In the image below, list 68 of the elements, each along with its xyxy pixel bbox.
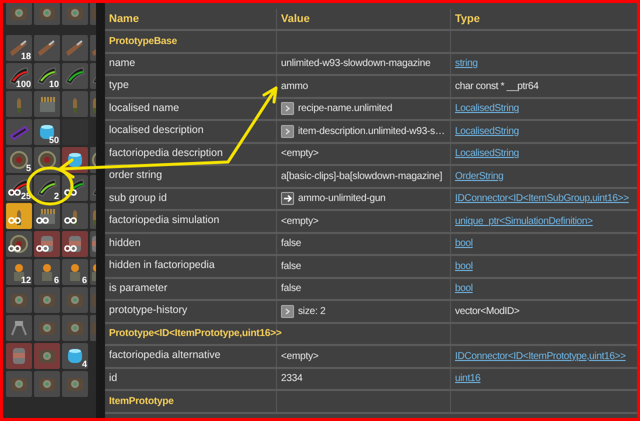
type-link[interactable]: LocalisedString xyxy=(455,146,519,162)
property-name: factoriopedia simulation xyxy=(109,213,220,228)
type-link[interactable]: IDConnector<ID<ItemSubGroup,uint16>> xyxy=(455,191,629,206)
inventory-slot[interactable]: 4 xyxy=(62,343,88,369)
property-value: item-description.unlimited-w93-s… xyxy=(298,124,445,139)
property-value: false xyxy=(281,260,302,274)
property-name: id xyxy=(109,370,118,386)
type-link[interactable]: uint16 xyxy=(455,371,480,386)
inventory-slot[interactable]: 5 xyxy=(6,147,32,173)
property-name: is parameter xyxy=(109,280,168,296)
property-name: name xyxy=(109,56,136,71)
column-header: Value xyxy=(281,12,310,27)
property-name: sub group id xyxy=(109,190,167,206)
type-link[interactable]: bool xyxy=(455,258,473,274)
type-link[interactable]: OrderString xyxy=(455,168,504,184)
property-name: order string xyxy=(109,168,162,184)
item-count: 100 xyxy=(16,80,31,89)
property-name: factoriopedia alternative xyxy=(109,348,220,364)
property-value: 2334 xyxy=(281,372,302,386)
property-value: false xyxy=(281,282,302,296)
section-header: PrototypeBase xyxy=(109,34,177,49)
property-value: ammo-unlimited-gun xyxy=(298,192,386,206)
type-link[interactable]: LocalisedString xyxy=(455,124,519,139)
item-count: 12 xyxy=(20,276,31,285)
type-link[interactable]: bool xyxy=(455,236,473,252)
inventory-slot[interactable]: 6 xyxy=(62,259,88,285)
type-link[interactable]: bool xyxy=(455,281,473,296)
inventory-slot[interactable]: 6 xyxy=(34,259,60,285)
property-value: recipe-name.unlimited xyxy=(298,102,392,116)
type-link[interactable]: string xyxy=(455,56,478,72)
property-name: prototype-history xyxy=(109,303,188,318)
section-header: Prototype<ID<ItemPrototype,uint16>> xyxy=(109,327,282,342)
inventory-slot[interactable]: 2 xyxy=(34,175,60,201)
column-header: Type xyxy=(455,12,480,27)
property-value: a[basic-clips]-ba[slowdown-magazine] xyxy=(281,170,442,184)
property-value: <empty> xyxy=(281,147,319,162)
type-link[interactable]: LocalisedString xyxy=(455,101,519,116)
item-count: 18 xyxy=(20,52,31,61)
section-header: ItemPrototype xyxy=(109,394,174,409)
item-count: 5 xyxy=(26,164,31,173)
type-text: char const * __ptr64 xyxy=(455,80,538,94)
inventory-slot[interactable]: 12 xyxy=(6,259,32,285)
item-count: 10 xyxy=(48,80,59,89)
type-link[interactable]: IDConnector<ID<ItemPrototype,uint16>> xyxy=(455,348,626,364)
type-link[interactable]: unique_ptr<SimulationDefinition> xyxy=(455,214,593,229)
inventory-slot[interactable]: 100 xyxy=(6,63,32,89)
type-text: vector<ModID> xyxy=(455,304,520,319)
property-name: factoriopedia description xyxy=(109,146,223,161)
property-value: unlimited-w93-slowdown-magazine xyxy=(281,57,430,72)
column-header: Name xyxy=(109,12,139,27)
property-value: size: 2 xyxy=(298,304,326,319)
property-value: false xyxy=(281,237,302,252)
property-value: <empty> xyxy=(281,350,319,364)
property-name: localised name xyxy=(109,100,180,116)
inventory-slot[interactable]: 18 xyxy=(6,35,32,61)
property-name: hidden xyxy=(109,236,141,251)
item-count: 4 xyxy=(82,360,87,369)
item-count: 6 xyxy=(82,276,87,285)
property-value: ammo xyxy=(281,80,308,94)
property-name: type xyxy=(109,78,129,94)
item-count: 2 xyxy=(54,192,59,201)
inventory-slot[interactable]: 50 xyxy=(34,119,60,145)
item-count: 6 xyxy=(54,276,59,285)
property-name: localised description xyxy=(109,123,204,138)
item-count: 50 xyxy=(48,136,59,145)
property-name: hidden in factoriopedia xyxy=(109,258,215,274)
property-value: <empty> xyxy=(281,214,319,229)
inventory-slot[interactable]: 10 xyxy=(34,63,60,89)
